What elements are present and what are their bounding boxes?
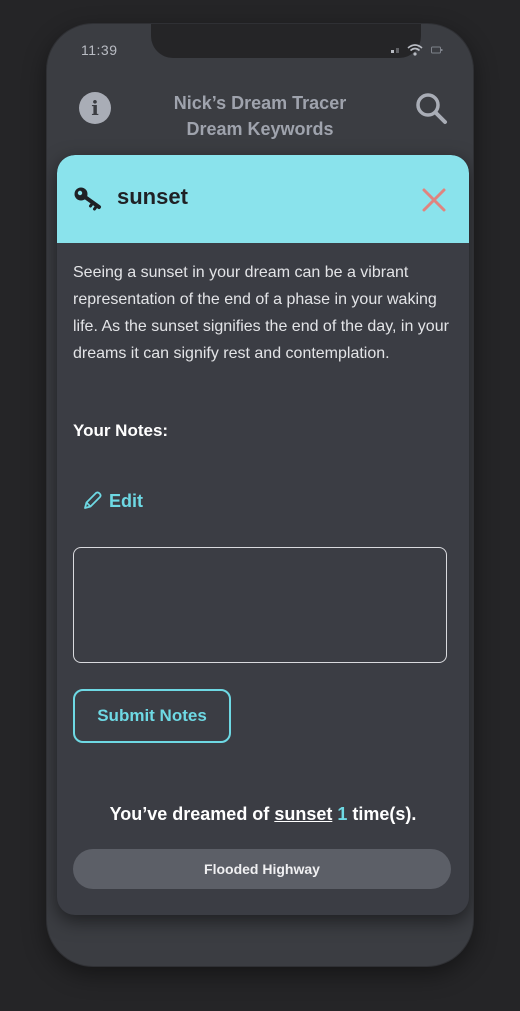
dream-count-text: You’ve dreamed of sunset 1 time(s). bbox=[57, 804, 469, 825]
keyword-header: sunset bbox=[57, 155, 469, 243]
key-icon bbox=[74, 187, 101, 211]
app-title: Nick’s Dream Tracer bbox=[173, 93, 347, 113]
count-keyword-link[interactable]: sunset bbox=[274, 804, 332, 824]
phone-frame: 11:39 i Nick’s Dream Tracer Dream Keywor… bbox=[47, 24, 473, 966]
edit-button[interactable]: Edit bbox=[81, 490, 143, 512]
search-icon[interactable] bbox=[413, 90, 449, 126]
notes-label: Your Notes: bbox=[73, 421, 169, 440]
close-icon[interactable] bbox=[421, 187, 447, 213]
submit-notes-button[interactable]: Submit Notes bbox=[73, 689, 231, 743]
pencil-icon bbox=[84, 491, 102, 509]
notes-textarea[interactable] bbox=[73, 547, 447, 663]
count-prefix: You’ve dreamed of bbox=[109, 804, 275, 824]
page-title: Dream Keywords bbox=[186, 119, 334, 139]
keyword-description: Seeing a sunset in your dream can be a v… bbox=[73, 264, 449, 362]
count-number: 1 bbox=[337, 804, 348, 824]
count-suffix: time(s). bbox=[347, 804, 417, 824]
keyword-card: sunset Seeing a sunset in your dream can… bbox=[57, 155, 469, 915]
keyword-title: sunset bbox=[117, 184, 188, 209]
header-titles: Nick’s Dream Tracer Dream Keywords bbox=[137, 90, 383, 142]
battery-icon bbox=[431, 46, 443, 54]
status-time: 11:39 bbox=[81, 42, 118, 58]
dream-list-item[interactable]: Flooded Highway bbox=[73, 849, 451, 889]
status-icons bbox=[391, 44, 443, 56]
edit-label: Edit bbox=[109, 490, 143, 511]
notch bbox=[151, 24, 421, 58]
app-header: i Nick’s Dream Tracer Dream Keywords bbox=[47, 84, 473, 164]
info-icon[interactable]: i bbox=[79, 92, 111, 124]
signal-icon bbox=[391, 47, 399, 53]
wifi-icon bbox=[407, 44, 423, 56]
